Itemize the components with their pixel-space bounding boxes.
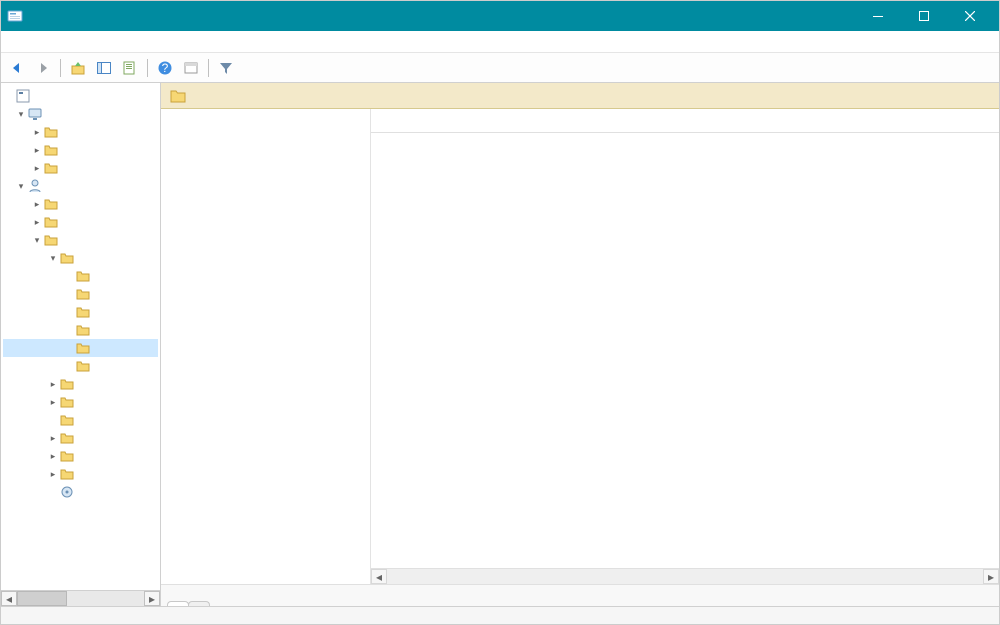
toolbar-separator — [208, 59, 209, 77]
folder-icon — [43, 196, 59, 212]
scroll-left-icon[interactable]: ◂ — [1, 591, 17, 606]
folder-icon — [43, 142, 59, 158]
folder-icon — [59, 448, 75, 464]
titlebar — [1, 1, 999, 31]
toolbar: ? — [1, 53, 999, 83]
expand-icon[interactable]: ▸ — [31, 217, 43, 228]
list-horizontal-scrollbar[interactable]: ◂ ▸ — [371, 568, 999, 584]
scroll-right-icon[interactable]: ▸ — [983, 569, 999, 584]
svg-text:?: ? — [162, 61, 169, 75]
folder-icon — [169, 87, 187, 105]
detail-pane — [161, 109, 371, 584]
expand-icon[interactable]: ▸ — [47, 469, 59, 480]
list-header — [371, 109, 999, 133]
tab-extended[interactable] — [167, 601, 189, 606]
folder-icon — [43, 232, 59, 248]
folder-icon — [43, 124, 59, 140]
column-state[interactable] — [709, 109, 859, 132]
settings-list: ◂ ▸ — [371, 109, 999, 584]
folder-icon — [75, 322, 91, 338]
folder-icon — [43, 214, 59, 230]
toolbar-separator — [60, 59, 61, 77]
folder-icon — [59, 394, 75, 410]
path-header — [161, 83, 999, 109]
folder-icon — [59, 466, 75, 482]
folder-icon — [75, 340, 91, 356]
filter-button[interactable] — [214, 56, 238, 80]
scroll-right-icon[interactable]: ▸ — [144, 591, 160, 606]
tab-standard[interactable] — [188, 601, 210, 606]
scroll-thumb[interactable] — [17, 591, 67, 606]
app-icon — [7, 8, 23, 24]
workspace: ▾ ▸ ▸ ▸ ▾ ▸ ▸ ▾ ▾ ▸ ▸ ▸ — [1, 83, 999, 606]
column-setting[interactable] — [371, 109, 709, 132]
expand-icon[interactable]: ▸ — [31, 199, 43, 210]
policy-root-icon — [15, 88, 31, 104]
folder-icon — [59, 412, 75, 428]
expand-icon[interactable]: ▸ — [47, 379, 59, 390]
scroll-track[interactable] — [387, 569, 983, 584]
up-button[interactable] — [66, 56, 90, 80]
tree-horizontal-scrollbar[interactable]: ◂ ▸ — [1, 590, 160, 606]
close-button[interactable] — [947, 1, 993, 31]
folder-icon — [59, 430, 75, 446]
back-button[interactable] — [5, 56, 29, 80]
expand-icon[interactable]: ▸ — [31, 127, 43, 138]
menu-view[interactable] — [39, 40, 55, 44]
menu-file[interactable] — [7, 40, 23, 44]
show-hide-tree-button[interactable] — [92, 56, 116, 80]
expand-icon[interactable]: ▸ — [47, 433, 59, 444]
expand-icon[interactable]: ▸ — [31, 163, 43, 174]
maximize-button[interactable] — [901, 1, 947, 31]
scroll-track[interactable] — [17, 591, 144, 606]
list-body[interactable] — [371, 133, 999, 568]
collapse-icon[interactable]: ▾ — [15, 181, 27, 192]
computer-config-icon — [27, 106, 43, 122]
folder-icon — [59, 376, 75, 392]
tree-pane: ▾ ▸ ▸ ▸ ▾ ▸ ▸ ▾ ▾ ▸ ▸ ▸ — [1, 83, 161, 606]
folder-icon — [75, 268, 91, 284]
minimize-button[interactable] — [855, 1, 901, 31]
scroll-left-icon[interactable]: ◂ — [371, 569, 387, 584]
collapse-icon[interactable]: ▾ — [31, 235, 43, 246]
policy-tree[interactable]: ▾ ▸ ▸ ▸ ▾ ▸ ▸ ▾ ▾ ▸ ▸ ▸ — [1, 83, 160, 505]
collapse-icon[interactable]: ▾ — [15, 109, 27, 120]
tab-strip — [161, 584, 999, 606]
folder-icon — [75, 286, 91, 302]
menu-action[interactable] — [23, 40, 39, 44]
forward-button[interactable] — [31, 56, 55, 80]
toolbar-separator — [147, 59, 148, 77]
folder-icon — [59, 250, 75, 266]
expand-icon[interactable]: ▸ — [47, 451, 59, 462]
user-config-icon — [27, 178, 43, 194]
folder-icon — [75, 304, 91, 320]
column-comment[interactable] — [859, 109, 999, 132]
statusbar — [1, 606, 999, 624]
expand-icon[interactable]: ▸ — [31, 145, 43, 156]
folder-icon — [43, 160, 59, 176]
export-button[interactable] — [179, 56, 203, 80]
collapse-icon[interactable]: ▾ — [47, 253, 59, 264]
menubar — [1, 31, 999, 53]
help-button[interactable]: ? — [153, 56, 177, 80]
menu-help[interactable] — [55, 40, 71, 44]
content-pane: ◂ ▸ — [161, 83, 999, 606]
properties-button[interactable] — [118, 56, 142, 80]
all-settings-icon — [59, 484, 75, 500]
folder-icon — [75, 358, 91, 374]
expand-icon[interactable]: ▸ — [47, 397, 59, 408]
